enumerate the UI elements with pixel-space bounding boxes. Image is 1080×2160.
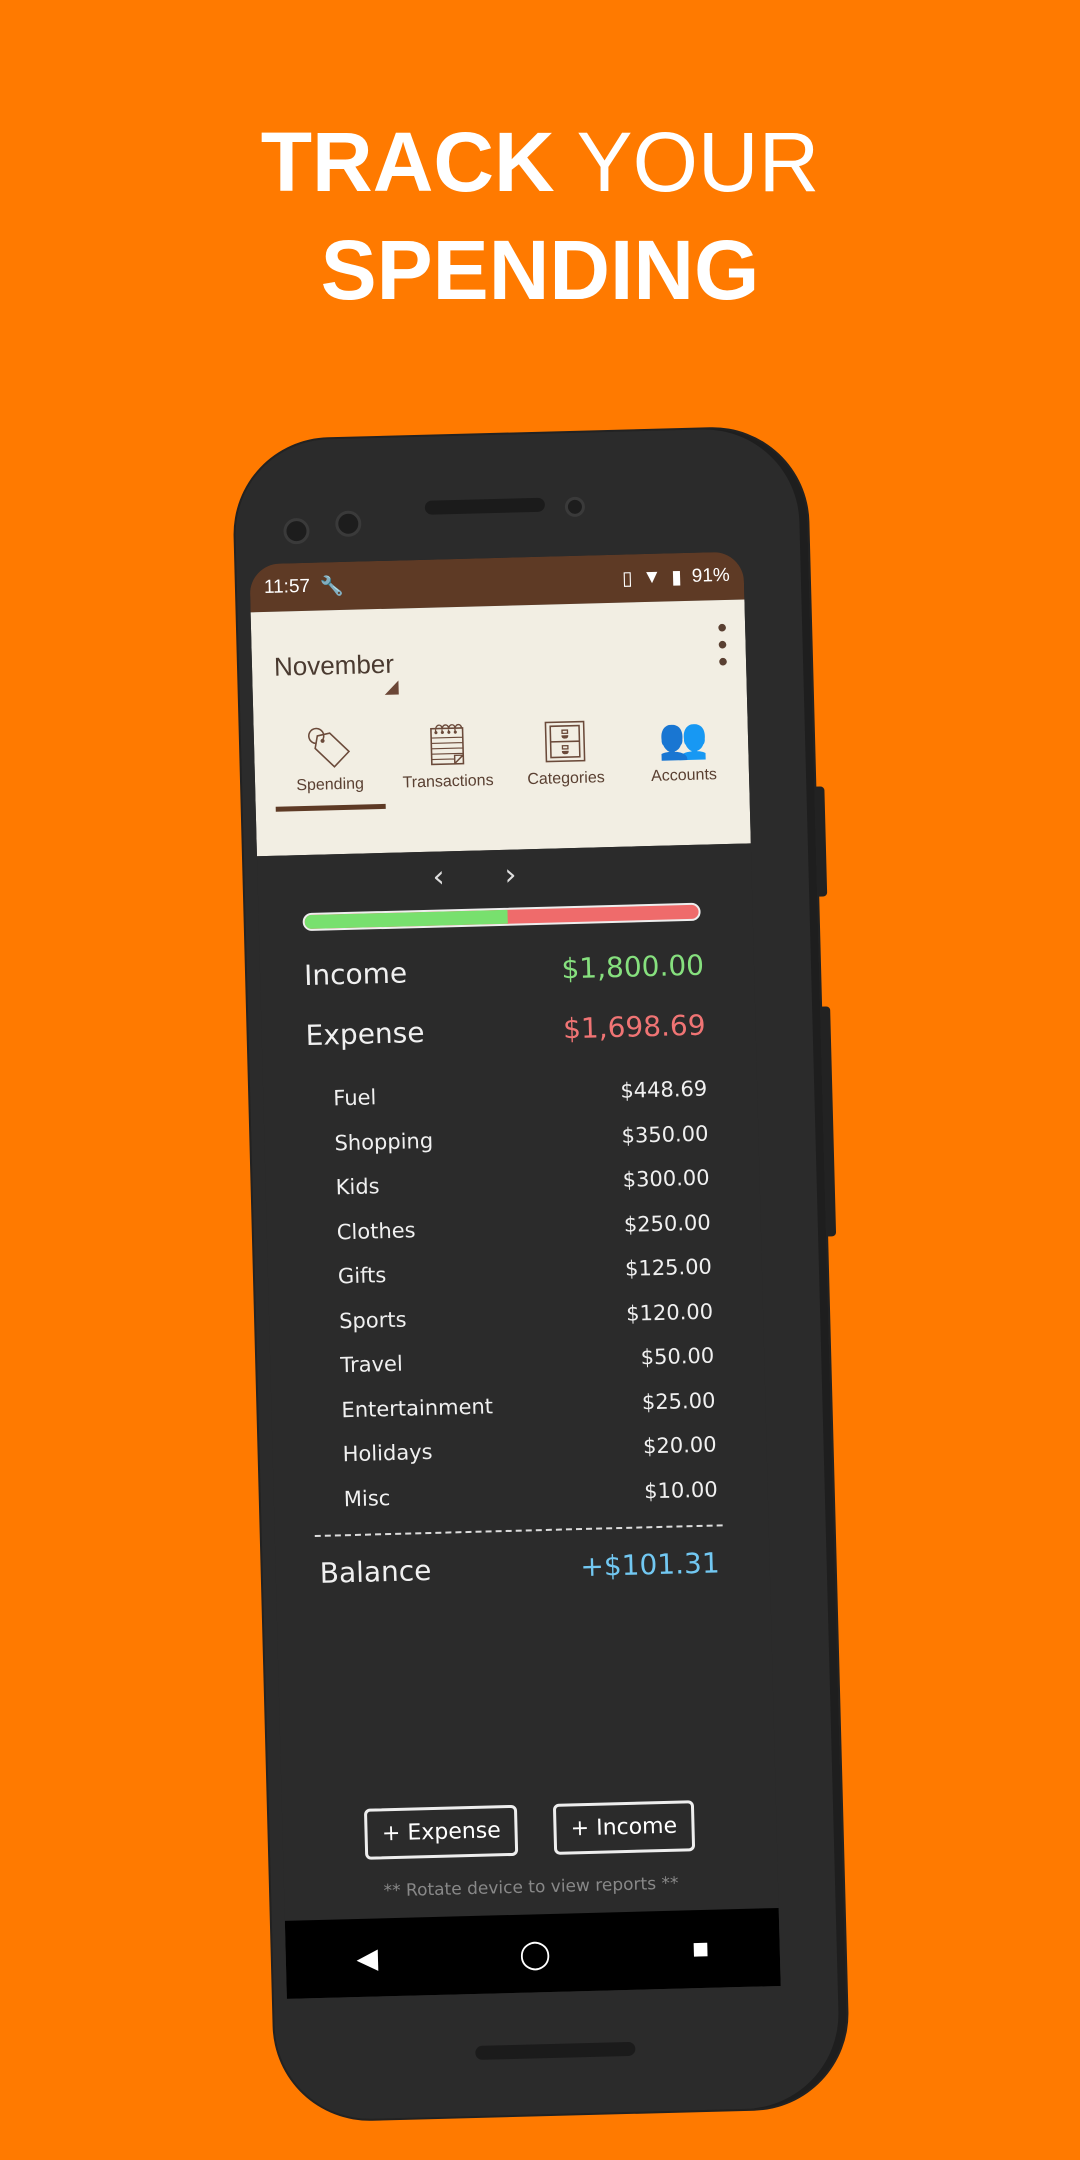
category-name: Gifts — [337, 1263, 387, 1289]
headline-line-1: TRACK YOUR — [0, 120, 1080, 204]
volume-button — [820, 1006, 837, 1237]
category-amount: $120.00 — [625, 1299, 714, 1326]
category-amount: $50.00 — [640, 1343, 715, 1370]
category-name: Sports — [338, 1307, 407, 1333]
expense-label: Expense — [305, 1015, 425, 1053]
income-share-fill — [304, 909, 508, 930]
category-row[interactable]: Entertainment $25.00 — [341, 1388, 716, 1422]
month-selector[interactable]: November — [274, 649, 395, 683]
category-row[interactable]: Holidays $20.00 — [342, 1432, 717, 1466]
dropdown-triangle-icon[interactable] — [384, 680, 399, 695]
category-name: Holidays — [342, 1439, 433, 1467]
next-period-chevron-icon[interactable]: › — [504, 856, 577, 893]
category-amount: $10.00 — [643, 1476, 719, 1503]
tab-categories[interactable]: 🗄 Categories — [509, 713, 621, 802]
camera-icon — [283, 517, 310, 545]
back-icon[interactable]: ◀ — [356, 1941, 378, 1975]
tab-label: Spending — [296, 775, 365, 795]
sensor-icon — [334, 510, 362, 538]
category-row[interactable]: Shopping $350.00 — [334, 1121, 709, 1155]
phone-frame: 11:57 🔧 ▯ ▼ ▮ 91% November • • • 🏷 Spending 🗒 Tr… — [233, 426, 849, 2122]
income-amount: $1,800.00 — [561, 948, 705, 986]
category-row[interactable]: Clothes $250.00 — [337, 1210, 712, 1244]
battery-icon: ▮ — [671, 566, 683, 588]
notepad-icon: 🗒 — [421, 722, 474, 768]
category-row[interactable]: Travel $50.00 — [340, 1343, 715, 1377]
add-income-button[interactable]: + Income — [553, 1800, 695, 1855]
tab-label: Categories — [527, 769, 605, 789]
tab-transactions[interactable]: 🗒 Transactions — [391, 716, 503, 805]
category-amount: $25.00 — [641, 1387, 716, 1414]
recents-icon[interactable]: ■ — [692, 1933, 710, 1965]
clock: 11:57 — [263, 575, 311, 599]
headline-light: YOUR — [576, 115, 820, 209]
vibrate-icon: ▯ — [621, 567, 633, 590]
category-name: Entertainment — [341, 1393, 494, 1422]
more-options-icon[interactable]: • • • — [717, 612, 729, 677]
income-expense-bar — [302, 902, 701, 932]
spending-summary: ‹› Income $1,800.00 Expense $1,698.69 Fuel… — [256, 843, 779, 1921]
category-row[interactable]: Kids $300.00 — [335, 1166, 710, 1200]
category-row[interactable]: Sports $120.00 — [339, 1299, 714, 1333]
prev-period-chevron-icon[interactable]: ‹ — [432, 858, 505, 895]
divider — [314, 1524, 723, 1538]
expense-amount: $1,698.69 — [562, 1008, 706, 1046]
battery-level: 91% — [691, 564, 731, 587]
category-row[interactable]: Fuel $448.69 — [333, 1077, 708, 1111]
category-amount: $350.00 — [621, 1121, 709, 1148]
tab-spending[interactable]: 🏷 Spending — [273, 719, 385, 808]
income-label: Income — [303, 956, 408, 993]
category-amount: $250.00 — [623, 1210, 712, 1237]
bottom-speaker — [475, 2041, 636, 2060]
category-amount: $300.00 — [622, 1165, 710, 1192]
tab-accounts[interactable]: 👥 Accounts — [627, 710, 739, 799]
navigation-bar: ◀ ◯ ■ — [284, 1907, 781, 1999]
people-icon: 👥 — [657, 716, 709, 762]
category-name: Shopping — [334, 1128, 434, 1155]
price-tag-icon: 🏷 — [303, 725, 356, 772]
period-nav: ‹› — [257, 851, 752, 899]
category-name: Misc — [343, 1485, 391, 1511]
category-amount: $448.69 — [620, 1076, 708, 1103]
wifi-icon: ▼ — [642, 566, 662, 589]
power-button — [814, 786, 828, 897]
file-cabinet-icon: 🗄 — [539, 719, 592, 765]
balance-amount: +$101.31 — [579, 1546, 721, 1584]
category-name: Kids — [335, 1174, 380, 1200]
balance-label: Balance — [319, 1553, 432, 1590]
tab-label: Accounts — [650, 766, 718, 785]
category-amount: $125.00 — [624, 1254, 713, 1281]
add-expense-button[interactable]: + Expense — [364, 1804, 519, 1860]
headline-line-2: SPENDING — [320, 223, 760, 317]
category-row[interactable]: Gifts $125.00 — [338, 1255, 713, 1289]
wrench-icon: 🔧 — [319, 575, 345, 598]
category-amount: $20.00 — [642, 1432, 717, 1459]
app-screen: 11:57 🔧 ▯ ▼ ▮ 91% November • • • 🏷 Spending 🗒 Tr… — [249, 551, 781, 1999]
headline-bold: TRACK — [260, 115, 555, 209]
category-row[interactable]: Misc $10.00 — [344, 1477, 719, 1511]
rotate-hint: ** Rotate device to view reports ** — [383, 1873, 679, 1902]
category-name: Clothes — [336, 1217, 416, 1244]
category-name: Travel — [340, 1351, 404, 1378]
app-header: November • • • 🏷 Spending 🗒 Transactions 🗄 Ca… — [250, 599, 751, 857]
home-icon[interactable]: ◯ — [519, 1936, 551, 1970]
tab-label: Transactions — [402, 772, 494, 792]
category-name: Fuel — [333, 1085, 377, 1111]
front-camera-icon — [564, 496, 586, 518]
speaker — [424, 497, 546, 515]
tab-bar: 🏷 Spending 🗒 Transactions 🗄 Categories 👥 Acc… — [273, 710, 739, 808]
